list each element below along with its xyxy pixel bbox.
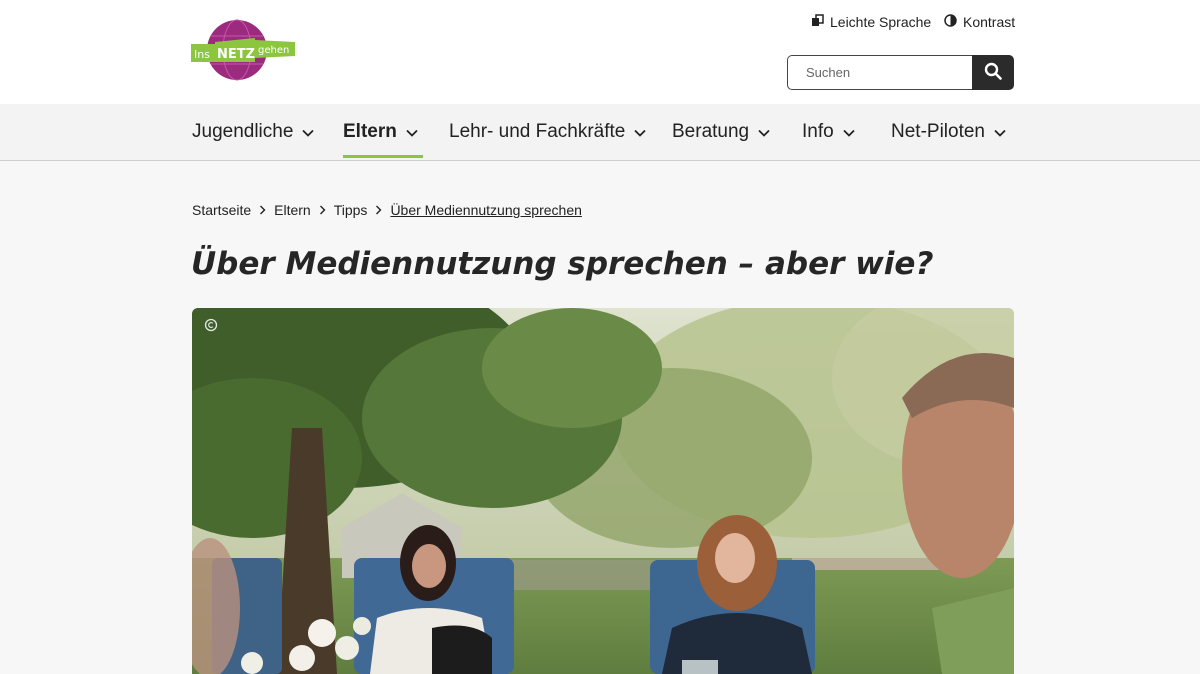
breadcrumb: Startseite Eltern Tipps Über Mediennutzu… — [192, 201, 582, 219]
chevron-down-icon — [758, 121, 770, 143]
contrast-toggle[interactable]: Kontrast — [944, 13, 1015, 31]
logo-text-left: Ins — [194, 48, 210, 61]
breadcrumb-item-eltern[interactable]: Eltern — [274, 202, 311, 218]
chevron-down-icon — [406, 121, 418, 143]
nav-item-label: Info — [802, 121, 834, 142]
hero-image — [192, 308, 1014, 674]
contrast-label: Kontrast — [963, 14, 1016, 30]
site-logo[interactable]: Ins NETZ gehen — [191, 18, 297, 82]
logo-graphic: Ins NETZ gehen — [191, 19, 295, 81]
nav-item-label: Net-Piloten — [891, 121, 985, 142]
breadcrumb-item-startseite[interactable]: Startseite — [192, 202, 251, 218]
chevron-down-icon — [302, 121, 315, 143]
copyright-icon[interactable] — [204, 318, 218, 332]
nav-item-net-piloten[interactable]: Net-Piloten — [891, 104, 1006, 160]
nav-item-label: Lehr- und Fachkräfte — [449, 121, 626, 142]
easy-language-icon — [811, 14, 824, 30]
chevron-down-icon — [843, 121, 855, 143]
nav-item-label: Beratung — [672, 121, 750, 142]
nav-item-info[interactable]: Info — [802, 104, 855, 160]
breadcrumb-item-tipps[interactable]: Tipps — [334, 202, 368, 218]
chevron-right-icon — [375, 202, 382, 218]
page-title: Über Mediennutzung sprechen – aber wie? — [191, 246, 934, 282]
nav-item-jugendliche[interactable]: Jugendliche — [192, 104, 315, 160]
hero-illustration — [192, 308, 1014, 674]
site-header: Ins NETZ gehen Leichte Sprache Kontrast — [0, 0, 1200, 104]
logo-text-center: NETZ — [217, 47, 255, 62]
search-form — [787, 55, 1014, 90]
contrast-icon — [944, 14, 957, 30]
chevron-down-icon — [634, 121, 647, 143]
easy-language-link[interactable]: Leichte Sprache — [811, 13, 931, 31]
search-input[interactable] — [787, 55, 972, 90]
search-icon — [984, 62, 1002, 83]
nav-item-lehr-und-fachkraefte[interactable]: Lehr- und Fachkräfte — [449, 104, 647, 160]
easy-language-label: Leichte Sprache — [830, 14, 932, 30]
chevron-right-icon — [259, 202, 266, 218]
chevron-right-icon — [319, 202, 326, 218]
nav-item-label: Jugendliche — [192, 121, 294, 142]
search-button[interactable] — [972, 55, 1014, 90]
nav-item-eltern[interactable]: Eltern — [343, 104, 418, 160]
active-nav-indicator — [343, 155, 423, 158]
chevron-down-icon — [994, 121, 1006, 143]
breadcrumb-item-current[interactable]: Über Mediennutzung sprechen — [390, 202, 581, 218]
main-navigation: Jugendliche Eltern Lehr- und Fachkräfte … — [0, 104, 1200, 161]
nav-item-label: Eltern — [343, 121, 397, 142]
nav-item-beratung[interactable]: Beratung — [672, 104, 770, 160]
logo-text-right: gehen — [258, 45, 289, 56]
